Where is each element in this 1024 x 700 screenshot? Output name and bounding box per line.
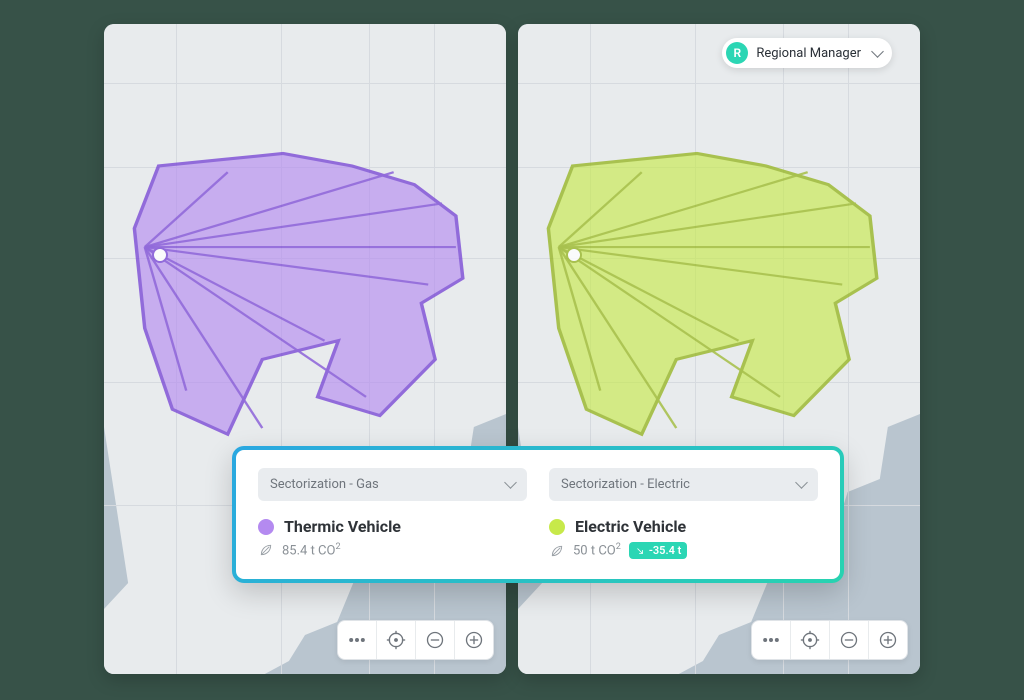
co2-sup: 2 bbox=[616, 542, 621, 552]
leaf-icon bbox=[549, 543, 565, 559]
more-button[interactable] bbox=[338, 621, 376, 659]
co2-metric-electric: 50 t CO2 -35.4 t bbox=[549, 542, 818, 559]
select-label: Sectorization - Gas bbox=[270, 477, 379, 492]
recenter-button[interactable] bbox=[790, 621, 829, 659]
map-controls-left bbox=[337, 620, 494, 660]
chevron-down-icon bbox=[504, 476, 517, 489]
vehicle-label: Thermic Vehicle bbox=[284, 517, 401, 536]
co2-delta-badge: -35.4 t bbox=[629, 542, 687, 559]
role-label: Regional Manager bbox=[756, 46, 861, 61]
vehicle-row-gas: Thermic Vehicle bbox=[258, 517, 527, 536]
map-controls-right bbox=[751, 620, 908, 660]
vehicle-label: Electric Vehicle bbox=[575, 517, 686, 536]
territory-overlay-electric bbox=[538, 141, 884, 453]
sectorization-select-gas[interactable]: Sectorization - Gas bbox=[258, 468, 527, 501]
legend-col-electric: Sectorization - Electric Electric Vehicl… bbox=[549, 468, 818, 559]
zoom-in-button[interactable] bbox=[868, 621, 907, 659]
delta-value: -35.4 t bbox=[649, 544, 681, 557]
chevron-down-icon bbox=[795, 476, 808, 489]
comparison-stage: R Regional Manager Sectorization - Gas T… bbox=[0, 0, 1024, 700]
legend-swatch-electric bbox=[549, 519, 565, 535]
sectorization-select-electric[interactable]: Sectorization - Electric bbox=[549, 468, 818, 501]
role-selector[interactable]: R Regional Manager bbox=[722, 38, 892, 68]
hub-marker bbox=[152, 247, 168, 263]
co2-sup: 2 bbox=[335, 542, 340, 552]
avatar: R bbox=[726, 42, 748, 64]
more-button[interactable] bbox=[752, 621, 790, 659]
zoom-in-button[interactable] bbox=[454, 621, 493, 659]
legend-swatch-gas bbox=[258, 519, 274, 535]
legend-col-gas: Sectorization - Gas Thermic Vehicle 85.4… bbox=[258, 468, 527, 559]
arrow-down-right-icon bbox=[635, 546, 645, 556]
recenter-button[interactable] bbox=[376, 621, 415, 659]
co2-metric-gas: 85.4 t CO2 bbox=[258, 542, 527, 558]
comparison-legend: Sectorization - Gas Thermic Vehicle 85.4… bbox=[232, 446, 844, 583]
zoom-out-button[interactable] bbox=[415, 621, 454, 659]
leaf-icon bbox=[258, 542, 274, 558]
hub-marker bbox=[566, 247, 582, 263]
co2-value: 85.4 t CO bbox=[282, 543, 335, 558]
co2-value: 50 t CO bbox=[573, 544, 616, 559]
select-label: Sectorization - Electric bbox=[561, 477, 690, 492]
vehicle-row-electric: Electric Vehicle bbox=[549, 517, 818, 536]
chevron-down-icon bbox=[871, 45, 884, 58]
zoom-out-button[interactable] bbox=[829, 621, 868, 659]
territory-overlay-gas bbox=[124, 141, 470, 453]
